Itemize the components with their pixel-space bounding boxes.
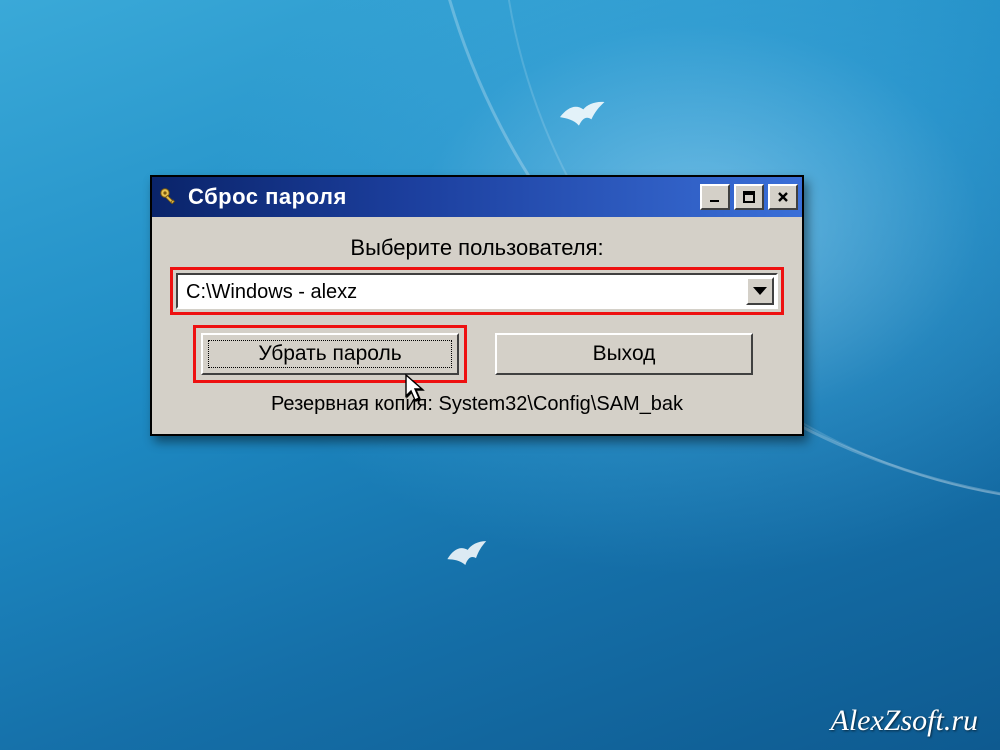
maximize-button[interactable] [734, 184, 764, 210]
user-dropdown[interactable]: C:\Windows - alexz [176, 273, 778, 309]
chevron-down-icon[interactable] [746, 277, 774, 305]
desktop-background: Сброс пароля Выберите пользователя: C:\W… [0, 0, 1000, 750]
window-controls [700, 184, 798, 210]
button-label: Выход [593, 342, 656, 366]
bird-icon [442, 535, 494, 575]
titlebar[interactable]: Сброс пароля [152, 177, 802, 217]
button-label: Убрать пароль [258, 342, 401, 366]
backup-path-label: Резервная копия: System32\Config\SAM_bak [176, 393, 778, 416]
dropdown-selected-value: C:\Windows - alexz [186, 281, 357, 303]
select-user-label: Выберите пользователя: [176, 235, 778, 261]
dialog-body: Выберите пользователя: C:\Windows - alex… [152, 217, 802, 434]
password-reset-dialog: Сброс пароля Выберите пользователя: C:\W… [150, 175, 804, 436]
remove-password-button[interactable]: Убрать пароль [201, 333, 459, 375]
window-title: Сброс пароля [188, 184, 700, 210]
key-icon [158, 186, 180, 208]
close-button[interactable] [768, 184, 798, 210]
watermark: AlexZsoft.ru [831, 704, 979, 738]
exit-button[interactable]: Выход [495, 333, 753, 375]
bird-icon [556, 95, 611, 135]
button-row: Убрать пароль Выход [176, 333, 778, 375]
minimize-button[interactable] [700, 184, 730, 210]
